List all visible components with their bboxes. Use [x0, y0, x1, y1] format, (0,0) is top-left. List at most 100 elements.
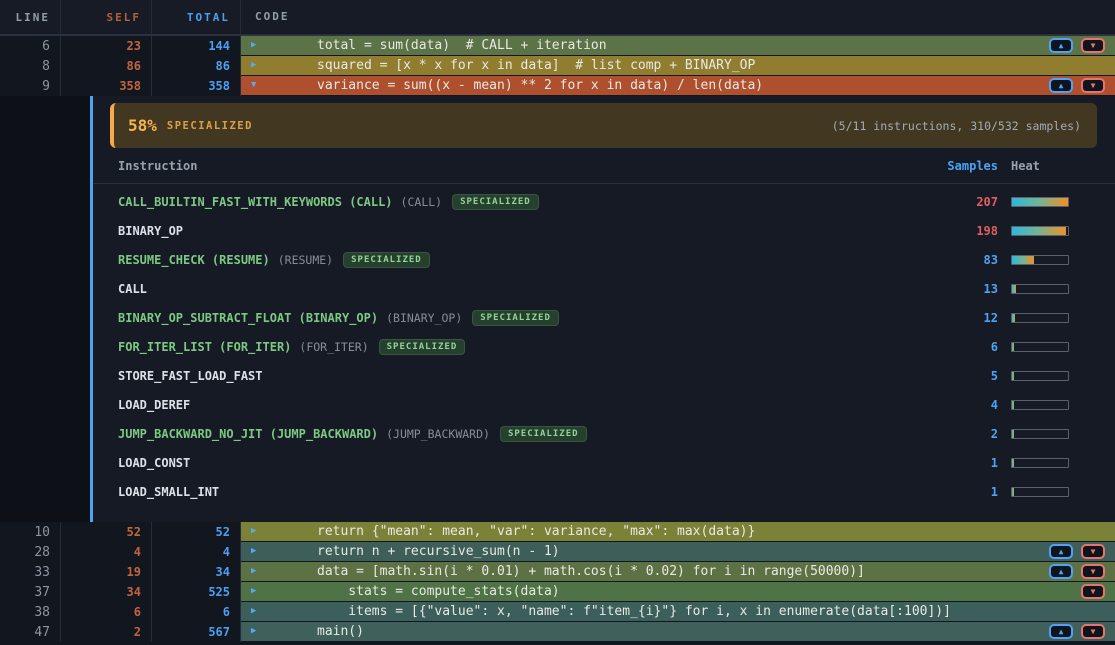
row-nav-buttons: ▲▼ — [1049, 544, 1115, 559]
instruction-row: JUMP_BACKWARD_NO_JIT (JUMP_BACKWARD) (JUM… — [93, 419, 1115, 448]
table-header: LINE SELF TOTAL CODE — [0, 0, 1115, 36]
jump-up-button[interactable]: ▲ — [1049, 624, 1073, 639]
instruction-row: CALL_BUILTIN_FAST_WITH_KEYWORDS (CALL)(C… — [93, 187, 1115, 216]
jump-down-button[interactable]: ▼ — [1081, 544, 1105, 559]
instruction-row: STORE_FAST_LOAD_FAST5 — [93, 361, 1115, 390]
specialization-banner: 58% SPECIALIZED (5/11 instructions, 310/… — [110, 103, 1097, 148]
column-header-total[interactable]: TOTAL — [152, 0, 241, 34]
code-text: squared = [x * x for x in data] # list c… — [317, 58, 755, 73]
jump-down-button[interactable]: ▼ — [1081, 624, 1105, 639]
jump-up-button[interactable]: ▲ — [1049, 78, 1073, 93]
heat-bar-fill — [1012, 314, 1015, 322]
code-text: main() — [317, 624, 364, 639]
jump-up-button[interactable]: ▲ — [1049, 38, 1073, 53]
expand-arrow-icon[interactable]: ▶ — [251, 61, 267, 70]
jump-down-button[interactable]: ▼ — [1081, 584, 1105, 599]
heat-bar — [1011, 458, 1069, 468]
sample-count: 1 — [928, 485, 998, 499]
expand-arrow-icon[interactable]: ▶ — [251, 41, 267, 50]
top-code-rows: 623144▶total = sum(data) # CALL + iterat… — [0, 36, 1115, 96]
expand-arrow-icon[interactable]: ▶ — [251, 627, 267, 636]
column-header-heat: Heat — [1011, 159, 1069, 173]
instruction-name-group: CALL — [118, 282, 928, 296]
expand-arrow-icon[interactable]: ▶ — [251, 607, 267, 616]
total-samples: 144 — [152, 36, 241, 56]
jump-up-button[interactable]: ▲ — [1049, 564, 1073, 579]
specialized-badge: SPECIALIZED — [343, 252, 430, 268]
code-cell[interactable]: ▶ items = [{"value": x, "name": f"item_{… — [241, 602, 1115, 622]
self-samples: 6 — [61, 602, 152, 622]
code-text: variance = sum((x - mean) ** 2 for x in … — [317, 78, 763, 93]
line-number: 47 — [0, 622, 61, 642]
instruction-name: LOAD_DEREF — [118, 398, 190, 412]
code-cell[interactable]: ▶return n + recursive_sum(n - 1)▲▼ — [241, 542, 1115, 562]
heat-bar — [1011, 226, 1069, 236]
code-cell[interactable]: ▼ variance = sum((x - mean) ** 2 for x in… — [241, 76, 1115, 96]
instruction-name-group: RESUME_CHECK (RESUME)(RESUME)SPECIALIZED — [118, 252, 928, 268]
sample-count: 2 — [928, 427, 998, 441]
code-row-line-37: 3734525▶ stats = compute_stats(data)▼ — [0, 582, 1115, 602]
collapse-arrow-icon[interactable]: ▼ — [251, 81, 267, 90]
line-number: 9 — [0, 76, 61, 96]
heat-bar-fill — [1012, 227, 1066, 235]
instruction-detail-panel: 58% SPECIALIZED (5/11 instructions, 310/… — [0, 96, 1115, 522]
sample-count: 12 — [928, 311, 998, 325]
code-text: total = sum(data) # CALL + iteration — [317, 38, 607, 53]
expand-arrow-icon[interactable]: ▶ — [251, 567, 267, 576]
jump-up-button[interactable]: ▲ — [1049, 544, 1073, 559]
expand-arrow-icon[interactable]: ▶ — [251, 547, 267, 556]
heat-bar — [1011, 197, 1069, 207]
instruction-row: RESUME_CHECK (RESUME)(RESUME)SPECIALIZED… — [93, 245, 1115, 274]
jump-down-button[interactable]: ▼ — [1081, 78, 1105, 93]
code-text: stats = compute_stats(data) — [317, 584, 560, 599]
self-samples: 4 — [61, 542, 152, 562]
instruction-row: LOAD_DEREF4 — [93, 390, 1115, 419]
specialized-badge: SPECIALIZED — [472, 310, 559, 326]
row-nav-buttons: ▲▼ — [1049, 78, 1115, 93]
code-row-line-10: 105252▶return {"mean": mean, "var": vari… — [0, 522, 1115, 542]
self-samples: 86 — [61, 56, 152, 76]
instruction-name-group: CALL_BUILTIN_FAST_WITH_KEYWORDS (CALL)(C… — [118, 194, 928, 210]
instruction-row: CALL13 — [93, 274, 1115, 303]
heat-bar-fill — [1012, 198, 1068, 206]
instruction-name: JUMP_BACKWARD_NO_JIT (JUMP_BACKWARD) — [118, 427, 378, 441]
column-header-samples[interactable]: Samples — [928, 159, 998, 173]
line-number: 28 — [0, 542, 61, 562]
code-cell[interactable]: ▶ data = [math.sin(i * 0.01) + math.cos(i… — [241, 562, 1115, 582]
column-header-self[interactable]: SELF — [61, 0, 152, 34]
instruction-name: CALL — [118, 282, 147, 296]
self-samples: 19 — [61, 562, 152, 582]
expand-arrow-icon[interactable]: ▶ — [251, 587, 267, 596]
sample-count: 5 — [928, 369, 998, 383]
total-samples: 4 — [152, 542, 241, 562]
code-cell[interactable]: ▶ squared = [x * x for x in data] # list … — [241, 56, 1115, 76]
line-number: 6 — [0, 36, 61, 56]
jump-down-button[interactable]: ▼ — [1081, 38, 1105, 53]
self-samples: 34 — [61, 582, 152, 602]
heat-bar-fill — [1012, 459, 1014, 467]
specialized-badge: SPECIALIZED — [500, 426, 587, 442]
instruction-name-group: FOR_ITER_LIST (FOR_ITER)(FOR_ITER)SPECIA… — [118, 339, 928, 355]
total-samples: 52 — [152, 522, 241, 542]
sample-count: 6 — [928, 340, 998, 354]
code-cell[interactable]: ▶ main() ▲ ▼ — [241, 622, 1115, 642]
code-cell[interactable]: ▶ total = sum(data) # CALL + iteration ▲ ▼ — [241, 36, 1115, 56]
code-cell[interactable]: ▶return {"mean": mean, "var": variance, … — [241, 522, 1115, 542]
instruction-name: CALL_BUILTIN_FAST_WITH_KEYWORDS (CALL) — [118, 195, 393, 209]
code-row-line-8: 88686▶squared = [x * x for x in data] # … — [0, 56, 1115, 76]
expand-arrow-icon[interactable]: ▶ — [251, 527, 267, 536]
column-header-instruction: Instruction — [118, 159, 928, 173]
instruction-base-opcode: (JUMP_BACKWARD) — [386, 427, 490, 441]
heat-bar — [1011, 487, 1069, 497]
instruction-row: FOR_ITER_LIST (FOR_ITER)(FOR_ITER)SPECIA… — [93, 332, 1115, 361]
code-cell[interactable]: ▶ stats = compute_stats(data) ▼ — [241, 582, 1115, 602]
code-text: data = [math.sin(i * 0.01) + math.cos(i … — [317, 564, 865, 579]
sample-count: 207 — [928, 195, 998, 209]
top-code-table: LINE SELF TOTAL CODE 623144▶total = sum(… — [0, 0, 1115, 96]
instruction-name: RESUME_CHECK (RESUME) — [118, 253, 270, 267]
specialized-percent: 58% — [128, 116, 157, 135]
specialized-badge: SPECIALIZED — [379, 339, 466, 355]
code-text: return n + recursive_sum(n - 1) — [317, 544, 560, 559]
instruction-name-group: JUMP_BACKWARD_NO_JIT (JUMP_BACKWARD) (JUM… — [118, 426, 928, 442]
jump-down-button[interactable]: ▼ — [1081, 564, 1105, 579]
